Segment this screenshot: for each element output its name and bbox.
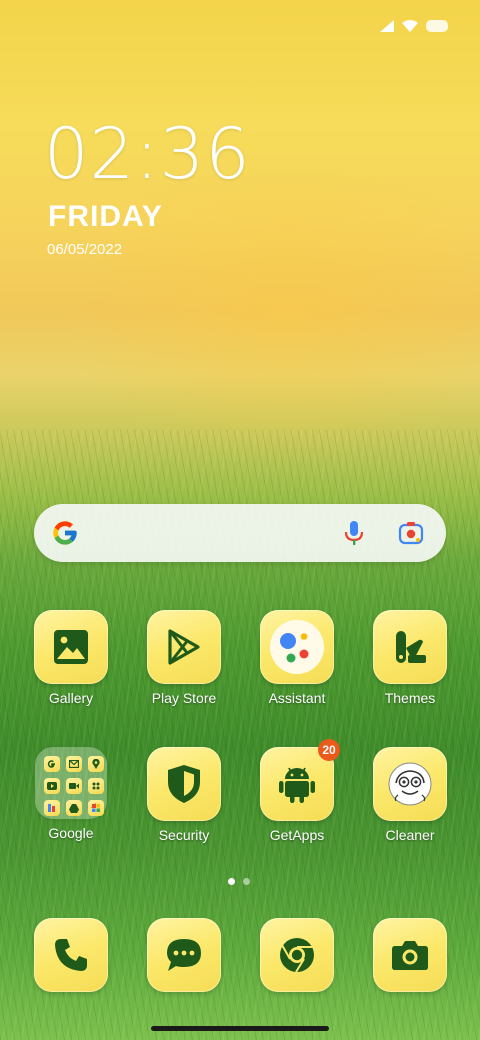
cleaner-icon [388,762,432,806]
themes-icon [396,631,426,663]
page-dot[interactable] [243,878,250,885]
app-assistant[interactable]: Assistant [249,610,345,706]
app-label: Gallery [48,690,94,706]
cellular-signal-icon [380,20,394,32]
battery-icon [426,20,448,32]
android-icon [279,767,315,803]
mini-maps-icon [88,756,104,772]
folder-label: Google [48,825,94,841]
app-gallery[interactable]: Gallery [23,610,119,706]
mini-google-icon [44,756,60,772]
app-play-store[interactable]: Play Store [136,610,232,706]
app-label: Security [158,827,210,843]
mini-photos-icon [88,800,104,816]
phone-icon [55,939,87,971]
assistant-icon [270,620,324,674]
camera-tile [373,918,447,992]
chrome-icon [280,938,314,973]
google-search-bar[interactable] [34,504,446,562]
assistant-tile [260,610,334,684]
clock-day: FRIDAY [48,200,163,233]
wifi-icon [402,20,418,32]
dock-camera[interactable] [362,918,458,992]
app-label: GetApps [269,827,325,843]
dock-messages[interactable] [136,918,232,992]
status-bar [380,20,448,32]
dock-phone[interactable] [23,918,119,992]
page-dot-active[interactable] [228,878,235,885]
themes-tile [373,610,447,684]
phone-tile [34,918,108,992]
mini-duo-icon [88,778,104,794]
google-g-icon [53,521,77,545]
shield-icon [168,765,200,803]
mini-drive-icon [66,800,82,816]
getapps-tile: 20 [260,739,340,821]
app-themes[interactable]: Themes [362,610,458,706]
security-tile [147,747,221,821]
folder-google[interactable]: Google [23,747,119,841]
play-store-tile [147,610,221,684]
play-store-icon [168,629,200,665]
mini-files-icon [44,800,60,816]
chrome-tile [260,918,334,992]
gallery-tile [34,610,108,684]
messages-tile [147,918,221,992]
gallery-icon [54,630,88,664]
camera-icon [392,941,428,970]
app-label: Cleaner [385,827,435,843]
home-indicator[interactable] [151,1026,329,1031]
app-label: Themes [384,690,436,706]
mic-icon[interactable] [342,520,366,546]
clock-date: 06/05/2022 [47,241,123,258]
clock-time[interactable]: 02:36 [44,112,251,196]
mini-gmail-icon [66,756,82,772]
mini-meet-icon [66,778,82,794]
google-folder-grid [35,747,107,819]
messages-icon [167,939,201,971]
app-getapps[interactable]: 20 GetApps [249,739,345,843]
app-label: Play Store [151,690,217,706]
dock-chrome[interactable] [249,918,345,992]
app-security[interactable]: Security [136,747,232,843]
app-cleaner[interactable]: Cleaner [362,747,458,843]
page-indicator[interactable] [228,878,250,885]
app-label: Assistant [268,690,326,706]
cleaner-tile [373,747,447,821]
lens-camera-icon[interactable] [398,521,424,545]
notification-badge: 20 [318,739,340,761]
mini-youtube-icon [44,778,60,794]
